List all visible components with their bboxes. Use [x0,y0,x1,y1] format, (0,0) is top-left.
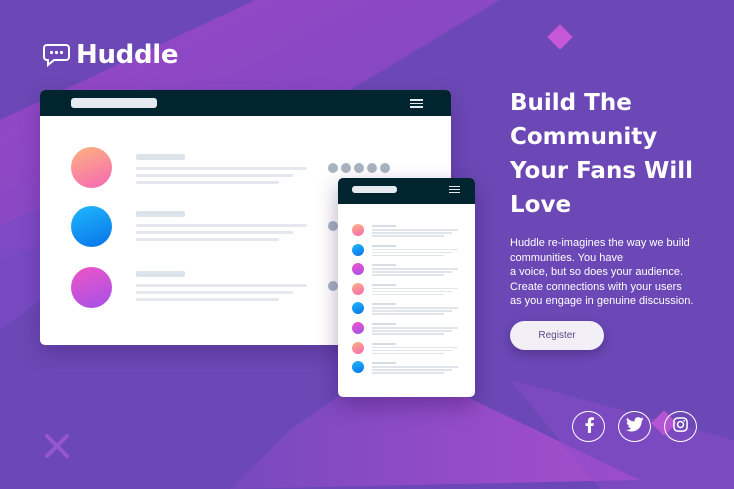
avatar [71,206,112,247]
placeholder-line [136,167,307,170]
mockup-header [40,90,451,116]
placeholder-line [372,307,458,309]
placeholder-line [136,174,293,177]
placeholder-line [372,303,396,306]
avatar [352,243,364,256]
description-line: Huddle re-imagines the way we build [510,237,690,249]
placeholder-line [372,254,444,257]
placeholder-line [136,284,307,287]
placeholder-line [372,342,396,345]
description-line: Create connections with your users [510,280,682,293]
avatar [352,361,364,374]
hero-headline: Build The Community Your Fans Will Love [510,86,720,222]
description-line: communities. You have [510,251,624,264]
avatar [71,267,112,308]
placeholder-line [372,346,458,349]
placeholder-line [372,349,452,352]
placeholder-line [372,313,444,315]
placeholder-line [372,229,458,231]
avatar [352,282,364,295]
mobile-mockup-illustration [338,178,475,397]
placeholder-line [136,224,307,227]
placeholder-line [372,290,452,293]
placeholder-line [372,293,444,296]
placeholder-line [372,283,396,286]
headline-line: Community [510,124,658,150]
placeholder-line [136,298,279,301]
brand-name: Huddle [76,40,179,70]
placeholder-line [372,369,452,371]
avatar [352,322,364,334]
dots-indicator [328,281,338,291]
description-line: as you engage in genuine discussion. [510,295,694,307]
chat-bubble-icon [43,43,70,68]
placeholder-line [136,231,293,234]
placeholder-line [372,274,444,276]
logo[interactable]: Huddle [43,40,179,70]
mobile-mockup-row [352,322,460,335]
placeholder-line [372,287,458,290]
mobile-mockup-row [352,263,460,276]
placeholder-line [372,366,458,368]
dots-indicator [328,163,390,173]
avatar [71,147,112,188]
mobile-mockup-row [352,282,460,296]
mockup-title-bar [71,98,157,108]
mobile-mockup-row [352,361,460,374]
placeholder-line [136,238,279,241]
avatar [352,341,364,354]
placeholder-line [372,248,458,251]
placeholder-line [372,372,444,374]
instagram-link[interactable] [664,411,697,442]
menu-icon [410,99,423,108]
dots-indicator [328,221,338,231]
placeholder-line [372,232,452,234]
description-line: a voice, but so does your audience. [510,266,684,278]
headline-line: Build The [510,90,632,116]
menu-icon [449,186,460,195]
mockup-title-bar [352,186,397,193]
mobile-mockup-row [352,224,460,237]
placeholder-line [372,268,458,270]
placeholder-line [372,225,396,227]
placeholder-line [372,330,452,332]
twitter-link[interactable] [618,411,651,442]
placeholder-line [136,291,293,294]
headline-line: Your Fans Will [510,158,694,184]
facebook-link[interactable] [572,411,605,442]
hero-description: Huddle re-imagines the way we build comm… [510,236,710,309]
placeholder-line [372,352,444,355]
placeholder-line [372,235,444,237]
mobile-mockup-header [338,178,475,204]
placeholder-line [372,271,452,273]
placeholder-line [372,327,458,329]
twitter-icon [625,416,644,437]
placeholder-line [372,333,444,335]
avatar [352,263,364,276]
headline-line: Love [510,192,572,218]
placeholder-line [372,362,396,365]
instagram-icon [673,416,688,437]
facebook-icon [582,416,596,438]
placeholder-line [136,211,185,217]
placeholder-line [372,251,452,254]
placeholder-line [372,244,396,247]
avatar [352,302,364,315]
placeholder-line [372,310,452,312]
mobile-mockup-row [352,243,460,257]
placeholder-line [372,323,396,325]
mobile-mockup-row [352,341,460,355]
register-button[interactable]: Register [510,321,604,350]
mobile-mockup-row [352,302,460,315]
placeholder-line [136,154,185,160]
placeholder-line [136,181,279,184]
placeholder-line [136,271,185,277]
placeholder-line [372,264,396,267]
avatar [352,224,364,236]
